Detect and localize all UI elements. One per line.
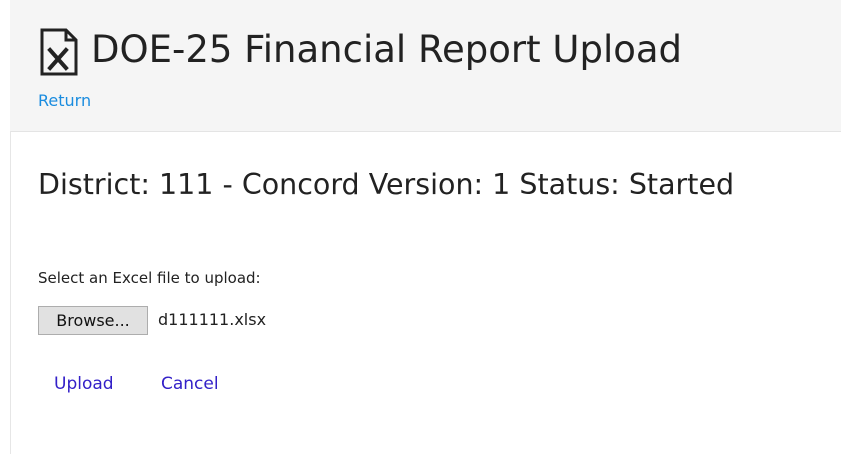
select-file-label: Select an Excel file to upload: <box>38 269 261 287</box>
cancel-link[interactable]: Cancel <box>161 373 219 395</box>
content-left-border <box>10 131 11 454</box>
browse-button[interactable]: Browse... <box>38 306 148 335</box>
upload-page: DOE-25 Financial Report Upload Return Di… <box>0 0 841 454</box>
page-title: DOE-25 Financial Report Upload <box>91 28 683 71</box>
upload-link[interactable]: Upload <box>54 373 114 395</box>
return-link[interactable]: Return <box>38 91 91 111</box>
excel-file-icon <box>40 28 78 76</box>
selected-file-name: d111111.xlsx <box>158 310 267 329</box>
district-status-heading: District: 111 - Concord Version: 1 Statu… <box>38 168 735 201</box>
